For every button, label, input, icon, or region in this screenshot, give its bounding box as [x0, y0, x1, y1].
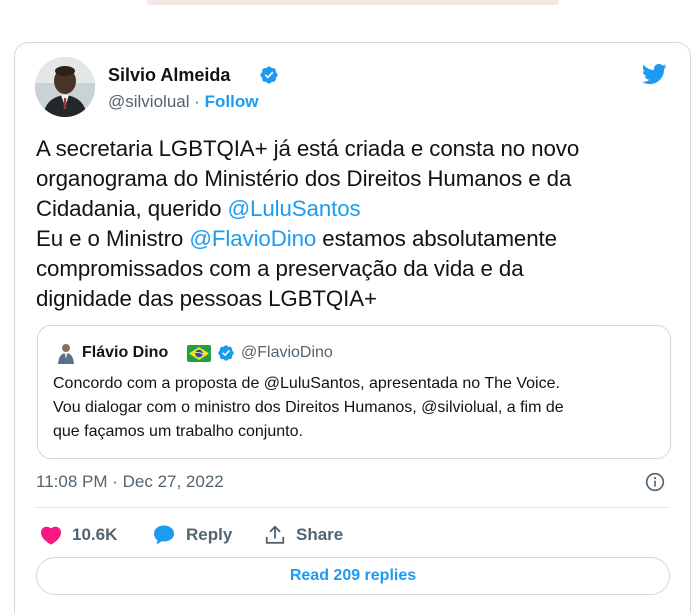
text-segment: organograma do Ministério dos Direitos H… [36, 166, 572, 191]
quoted-tweet[interactable]: Flávio Dino @FlavioDino Concordo com a p… [37, 325, 671, 459]
text-segment: estamos absolutamente [316, 226, 557, 251]
verified-badge-icon [218, 345, 234, 361]
text-segment: Eu e o Ministro [36, 226, 190, 251]
reply-button[interactable]: Reply [152, 521, 232, 549]
mention-lulusantos[interactable]: @LuluSantos [227, 196, 360, 221]
quoted-author-handle[interactable]: @FlavioDino [241, 344, 333, 362]
reply-bubble-icon [154, 525, 174, 545]
tweet-text-line: Cidadania, querido @LuluSantos [36, 194, 676, 224]
share-button[interactable]: Share [264, 521, 343, 549]
tweet-timestamp[interactable]: 11:08 PM · Dec 27, 2022 [36, 472, 224, 492]
tweet-text-line: compromissados com a preservação da vida… [36, 254, 676, 284]
tweet-text: A secretaria LGBTQIA+ já está criada e c… [36, 134, 676, 314]
tweet-text-line: A secretaria LGBTQIA+ já está criada e c… [36, 134, 676, 164]
quoted-text-line: Vou dialogar com o ministro dos Direitos… [53, 399, 564, 416]
mention-flaviodino[interactable]: @FlavioDino [189, 226, 316, 251]
author-handle[interactable]: @silviolual [108, 92, 190, 111]
share-label: Share [296, 525, 344, 544]
tweet-header: Silvio Almeida @silviolual · Follow [35, 57, 675, 121]
like-count: 10.6K [72, 525, 118, 544]
quoted-text-line: Concordo com a proposta de @LuluSantos, … [53, 375, 560, 392]
text-segment: Cidadania, querido [36, 196, 228, 221]
handle-separator: · [194, 92, 200, 111]
quoted-author-name[interactable]: Flávio Dino [82, 344, 168, 362]
read-replies-button[interactable]: Read 209 replies [36, 557, 670, 595]
twitter-bird-icon[interactable] [639, 61, 669, 87]
tweet-text-line: Eu e o Ministro @FlavioDino estamos abso… [36, 224, 676, 254]
divider [36, 507, 670, 508]
quoted-author-avatar[interactable] [56, 342, 76, 364]
info-icon[interactable] [645, 472, 665, 492]
follow-link[interactable]: Follow [205, 92, 259, 111]
read-replies-label: Read 209 replies [289, 567, 417, 584]
tweet-text-line: organograma do Ministério dos Direitos H… [36, 164, 676, 194]
author-avatar[interactable] [35, 57, 95, 117]
previous-content-strip [147, 0, 559, 5]
tweet-card: Silvio Almeida @silviolual · Follow A se… [14, 42, 691, 613]
tweet-text-line: dignidade das pessoas LGBTQIA+ [36, 284, 676, 314]
text-segment: A secretaria LGBTQIA+ já está criada e c… [36, 136, 580, 161]
reply-label: Reply [186, 525, 233, 544]
like-button[interactable]: 10.6K [40, 521, 117, 549]
brazil-flag-icon [187, 345, 211, 362]
author-handle-line: @silviolual · Follow [108, 92, 258, 112]
verified-badge-icon [260, 66, 278, 84]
author-name[interactable]: Silvio Almeida [108, 65, 230, 86]
text-segment: dignidade das pessoas LGBTQIA+ [36, 286, 377, 311]
quoted-tweet-text: Concordo com a proposta de @LuluSantos, … [53, 372, 663, 444]
text-segment: compromissados com a preservação da vida… [36, 256, 524, 281]
heart-icon [40, 526, 62, 545]
share-icon [265, 525, 285, 544]
tweet-actions: 10.6K Reply Share [36, 521, 676, 549]
quoted-text-line: que façamos um trabalho conjunto. [53, 423, 303, 440]
